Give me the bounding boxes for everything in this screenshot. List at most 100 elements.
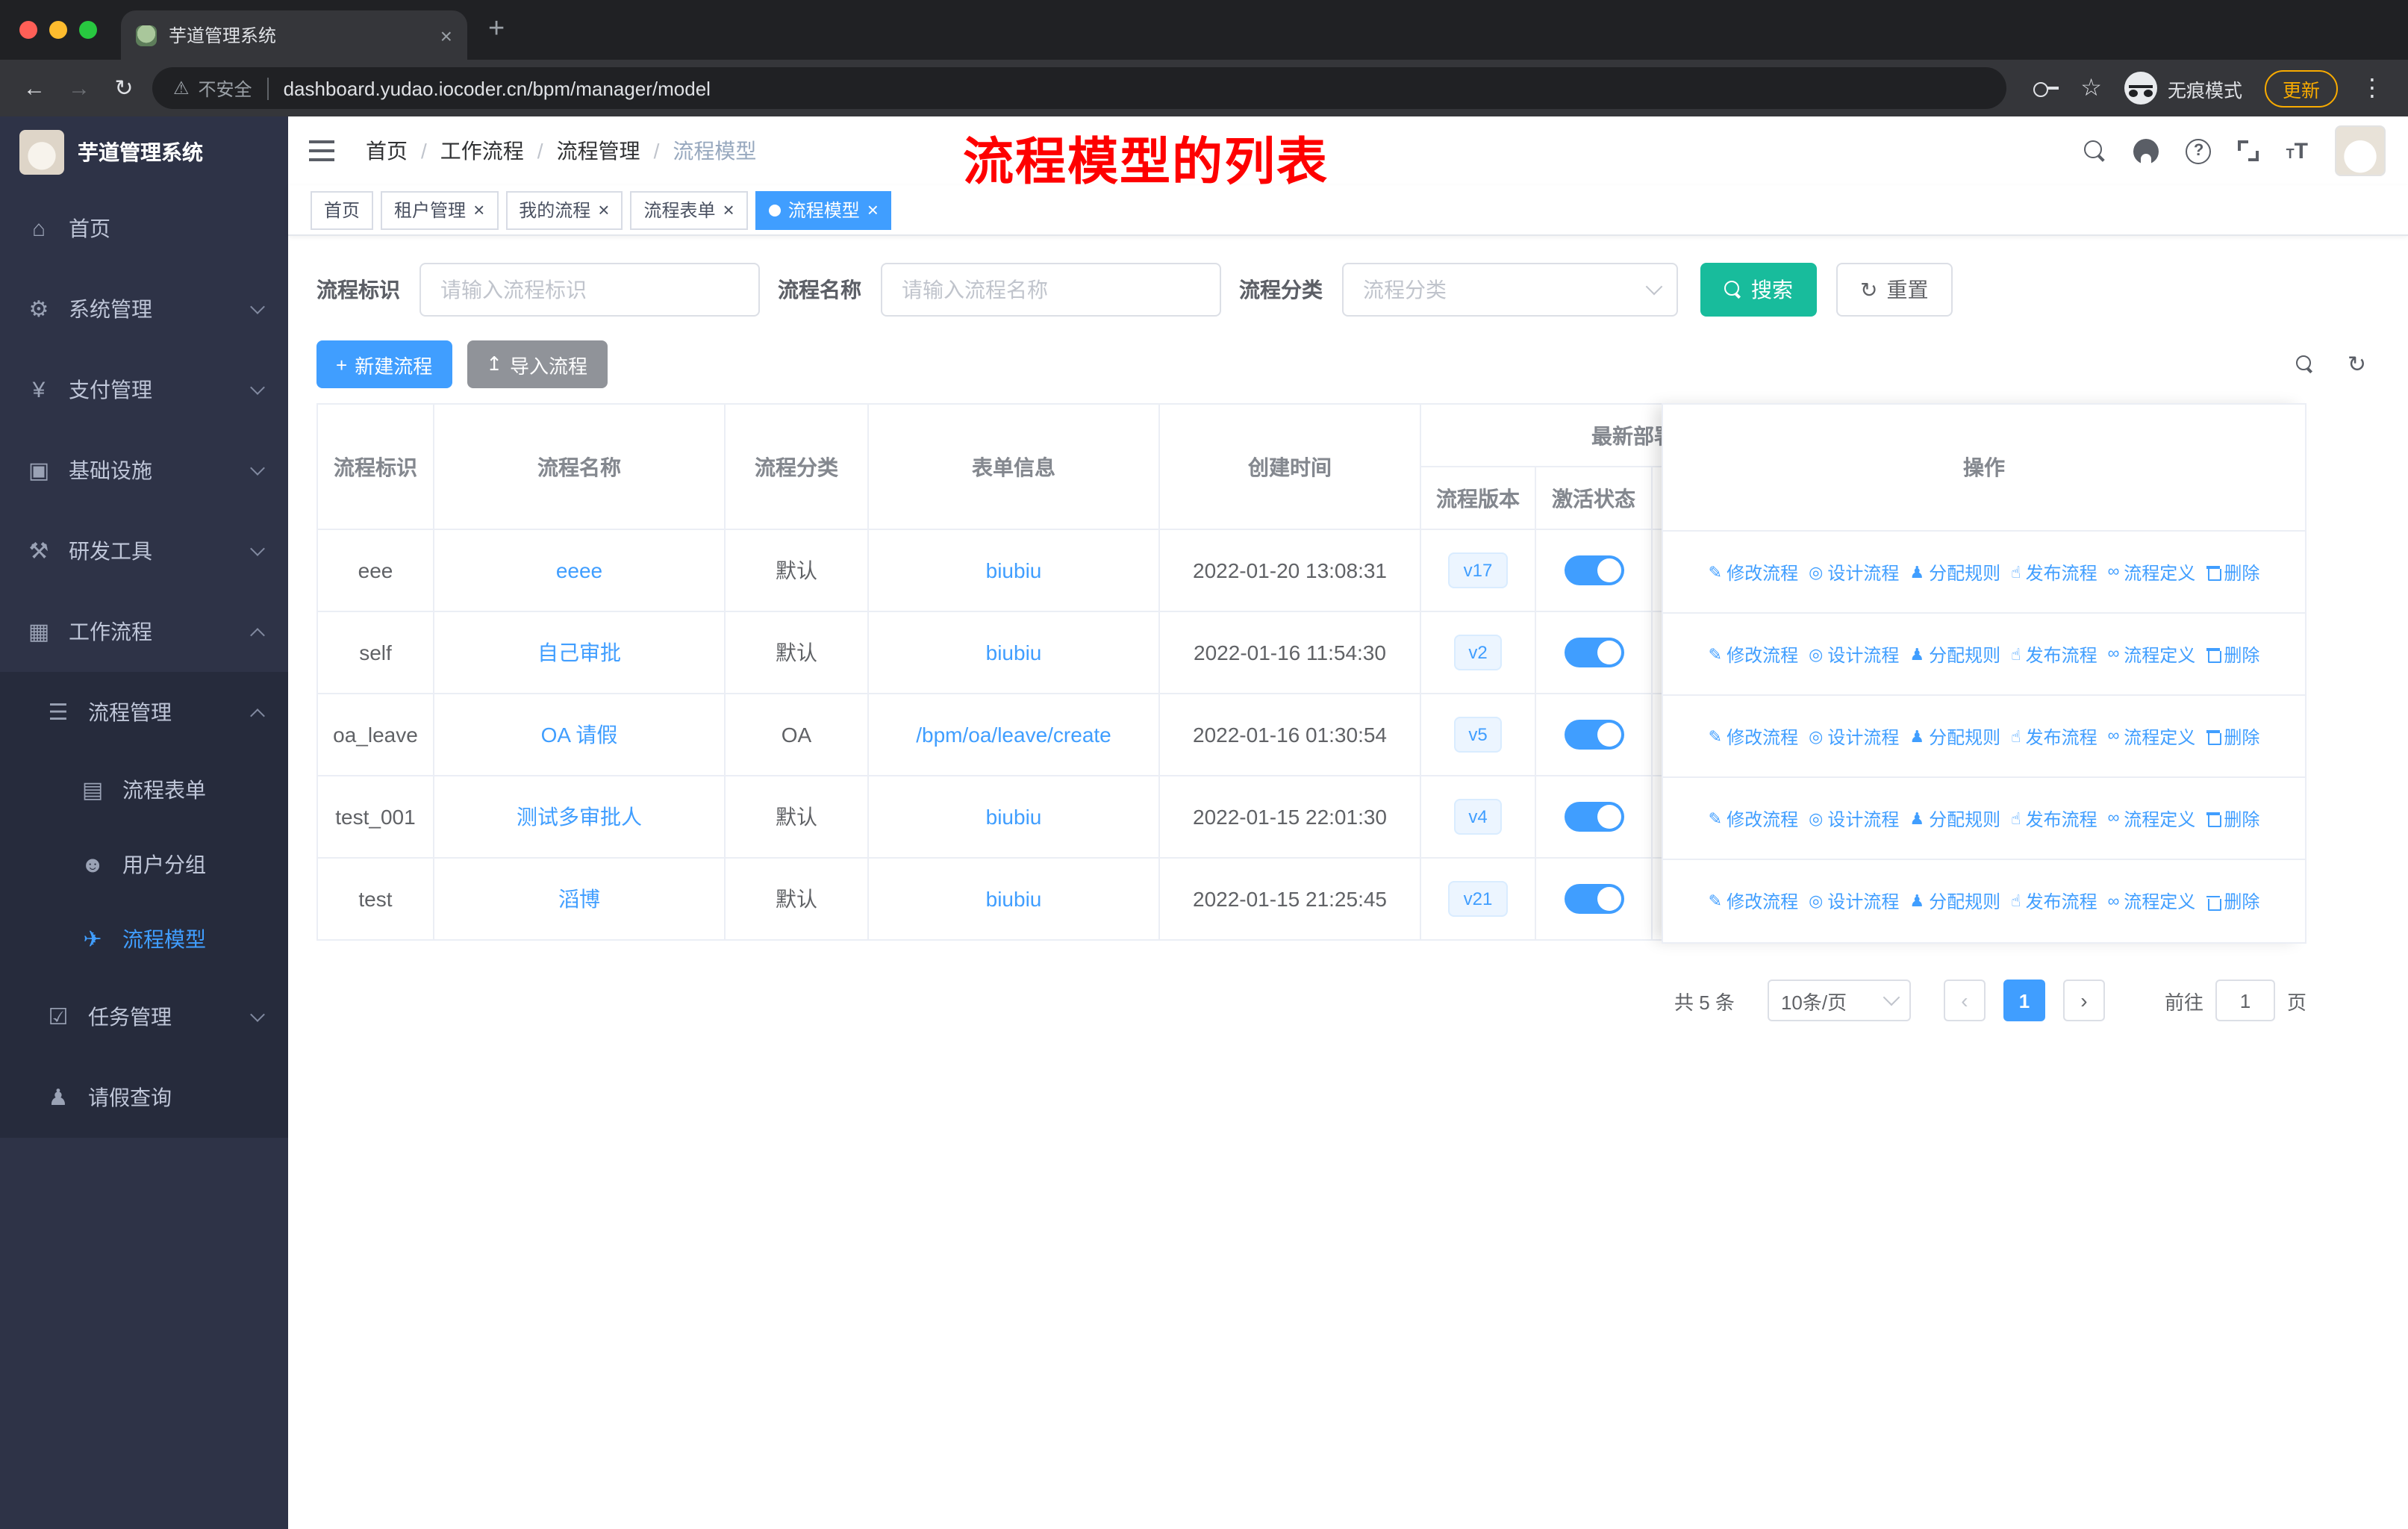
publish-process-link[interactable]: ☝ 发布流程 — [2011, 888, 2097, 914]
page-size-select[interactable]: 10条/页 — [1767, 980, 1911, 1021]
forward-icon[interactable]: → — [57, 75, 102, 101]
edit-process-link[interactable]: ✎ 修改流程 — [1709, 723, 1798, 749]
delete-process-link[interactable]: 删除 — [2206, 888, 2259, 914]
breadcrumb-process-management[interactable]: 流程管理 — [557, 136, 640, 166]
tag-close-icon[interactable]: × — [598, 200, 609, 219]
active-toggle[interactable] — [1564, 638, 1623, 667]
sidebar-logo[interactable]: 芋道管理系统 — [0, 116, 288, 188]
tag-close-icon[interactable]: × — [473, 200, 484, 219]
publish-process-link[interactable]: ☝ 发布流程 — [2011, 641, 2097, 667]
sidebar-item-process-form[interactable]: ▤ 流程表单 — [0, 753, 288, 827]
address-bar[interactable]: ⚠ 不安全 dashboard.yudao.iocoder.cn/bpm/man… — [152, 67, 2006, 109]
form-info-link[interactable]: biubiu — [986, 805, 1042, 829]
sidebar-item-user-group[interactable]: ☻ 用户分组 — [0, 827, 288, 902]
tag-close-icon[interactable]: × — [723, 200, 734, 219]
tag-close-icon[interactable]: × — [867, 200, 879, 219]
sidebar-item-process-management[interactable]: ☰ 流程管理 — [0, 672, 288, 753]
process-name-link[interactable]: 滔博 — [558, 887, 600, 911]
edit-process-link[interactable]: ✎ 修改流程 — [1709, 806, 1798, 831]
breadcrumb-workflow[interactable]: 工作流程 — [440, 136, 524, 166]
browser-tab[interactable]: 芋道管理系统 × — [121, 10, 467, 60]
edit-process-link[interactable]: ✎ 修改流程 — [1709, 888, 1798, 914]
assign-rule-link[interactable]: ♟ 分配规则 — [1909, 888, 2000, 914]
browser-menu-icon[interactable]: ⋮ — [2360, 73, 2384, 103]
design-process-link[interactable]: ◎ 设计流程 — [1809, 806, 1899, 831]
close-window-button[interactable] — [19, 21, 37, 39]
active-toggle[interactable] — [1564, 555, 1623, 585]
sidebar-item-workflow[interactable]: ▦ 工作流程 — [0, 591, 288, 672]
assign-rule-link[interactable]: ♟ 分配规则 — [1909, 806, 2000, 831]
breadcrumb-home[interactable]: 首页 — [366, 136, 408, 166]
hamburger-icon[interactable] — [309, 140, 334, 161]
publish-process-link[interactable]: ☝ 发布流程 — [2011, 559, 2097, 585]
import-process-button[interactable]: ↥ 导入流程 — [467, 340, 608, 388]
sidebar-item-task-management[interactable]: ☑ 任务管理 — [0, 977, 288, 1057]
minimize-window-button[interactable] — [49, 21, 67, 39]
delete-process-link[interactable]: 删除 — [2206, 641, 2259, 667]
bookmark-star-icon[interactable]: ☆ — [2080, 73, 2102, 103]
process-definition-link[interactable]: ∞ 流程定义 — [2108, 888, 2196, 914]
new-tab-button[interactable]: + — [488, 13, 505, 46]
active-toggle[interactable] — [1564, 884, 1623, 914]
assign-rule-link[interactable]: ♟ 分配规则 — [1909, 559, 2000, 585]
process-category-select[interactable]: 流程分类 — [1342, 263, 1678, 317]
process-definition-link[interactable]: ∞ 流程定义 — [2108, 723, 2196, 749]
tab-close-icon[interactable]: × — [440, 25, 452, 46]
tag-process-model-active[interactable]: 流程模型 × — [755, 190, 892, 229]
delete-process-link[interactable]: 删除 — [2206, 806, 2259, 831]
process-name-input[interactable] — [881, 263, 1221, 317]
help-icon[interactable]: ? — [2186, 138, 2212, 164]
refresh-icon[interactable]: ↻ — [2348, 351, 2366, 378]
fullscreen-icon[interactable] — [2238, 140, 2259, 161]
process-name-link[interactable]: 自己审批 — [537, 641, 621, 664]
sidebar-item-infrastructure[interactable]: ▣ 基础设施 — [0, 430, 288, 511]
sidebar-item-process-model[interactable]: ✈ 流程模型 — [0, 902, 288, 977]
publish-process-link[interactable]: ☝ 发布流程 — [2011, 723, 2097, 749]
maximize-window-button[interactable] — [79, 21, 97, 39]
assign-rule-link[interactable]: ♟ 分配规则 — [1909, 641, 2000, 667]
design-process-link[interactable]: ◎ 设计流程 — [1809, 888, 1899, 914]
delete-process-link[interactable]: 删除 — [2206, 723, 2259, 749]
active-toggle[interactable] — [1564, 802, 1623, 832]
sidebar-item-devtools[interactable]: ⚒ 研发工具 — [0, 511, 288, 591]
browser-update-button[interactable]: 更新 — [2264, 69, 2338, 107]
goto-page-input[interactable] — [2215, 980, 2275, 1021]
search-icon[interactable] — [2084, 140, 2107, 162]
design-process-link[interactable]: ◎ 设计流程 — [1809, 559, 1899, 585]
design-process-link[interactable]: ◎ 设计流程 — [1809, 723, 1899, 749]
sidebar-item-system[interactable]: ⚙ 系统管理 — [0, 269, 288, 349]
process-name-link[interactable]: eeee — [556, 558, 602, 582]
process-name-link[interactable]: OA 请假 — [541, 723, 618, 747]
back-icon[interactable]: ← — [12, 75, 57, 101]
form-info-link[interactable]: biubiu — [986, 641, 1042, 664]
process-definition-link[interactable]: ∞ 流程定义 — [2108, 559, 2196, 585]
form-info-link[interactable]: biubiu — [986, 887, 1042, 911]
version-badge[interactable]: v21 — [1448, 881, 1508, 917]
process-name-link[interactable]: 测试多审批人 — [517, 805, 642, 829]
edit-process-link[interactable]: ✎ 修改流程 — [1709, 559, 1798, 585]
version-badge[interactable]: v17 — [1448, 552, 1508, 588]
sidebar-item-leave-query[interactable]: ♟ 请假查询 — [0, 1057, 288, 1138]
reload-icon[interactable]: ↻ — [102, 75, 146, 102]
process-definition-link[interactable]: ∞ 流程定义 — [2108, 806, 2196, 831]
version-badge[interactable]: v2 — [1453, 635, 1503, 670]
form-info-link[interactable]: /bpm/oa/leave/create — [916, 723, 1111, 747]
search-button[interactable]: 搜索 — [1700, 263, 1817, 317]
toggle-search-icon[interactable] — [2296, 355, 2315, 373]
process-id-input[interactable] — [419, 263, 760, 317]
prev-page-button[interactable]: ‹ — [1943, 980, 1986, 1021]
process-definition-link[interactable]: ∞ 流程定义 — [2108, 641, 2196, 667]
version-badge[interactable]: v4 — [1453, 799, 1503, 835]
create-process-button[interactable]: + 新建流程 — [316, 340, 452, 388]
design-process-link[interactable]: ◎ 设计流程 — [1809, 641, 1899, 667]
user-avatar[interactable] — [2335, 125, 2386, 176]
reset-button[interactable]: ↻ 重置 — [1836, 263, 1953, 317]
current-page-button[interactable]: 1 — [2003, 980, 2045, 1021]
delete-process-link[interactable]: 删除 — [2206, 559, 2259, 585]
tag-process-form[interactable]: 流程表单 × — [630, 190, 748, 229]
sidebar-item-payment[interactable]: ¥ 支付管理 — [0, 349, 288, 430]
edit-process-link[interactable]: ✎ 修改流程 — [1709, 641, 1798, 667]
next-page-button[interactable]: › — [2062, 980, 2105, 1021]
assign-rule-link[interactable]: ♟ 分配规则 — [1909, 723, 2000, 749]
github-icon[interactable] — [2133, 138, 2159, 164]
